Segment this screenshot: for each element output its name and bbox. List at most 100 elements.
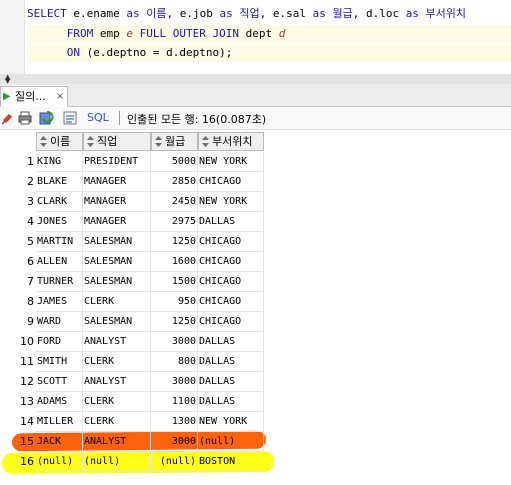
cell-sal[interactable]: 1300 — [151, 412, 198, 432]
sort-icon[interactable] — [154, 135, 163, 148]
cell-job[interactable]: ANALYST — [83, 432, 151, 452]
cell-job[interactable]: MANAGER — [83, 172, 151, 192]
cell-sal[interactable]: 2975 — [151, 212, 198, 232]
cell-ename[interactable]: BLAKE — [36, 172, 83, 192]
collapse-arrows-icon[interactable]: ▲ ▼ — [5, 74, 10, 85]
cell-job[interactable]: (null) — [83, 452, 151, 472]
join-condition: (e.deptno = d.deptno); — [80, 46, 233, 59]
cell-job[interactable]: PRESIDENT — [83, 152, 151, 172]
row-number: 11 — [20, 355, 34, 368]
cell-ename[interactable]: FORD — [36, 332, 83, 352]
cell-ename[interactable]: JONES — [36, 212, 83, 232]
cell-sal[interactable]: 800 — [151, 352, 198, 372]
table-row[interactable]: 7 TURNER SALESMAN 1500 CHICAGO — [0, 272, 264, 292]
table-row[interactable]: 15 JACK ANALYST 3000 (null) — [0, 432, 264, 452]
sql-button[interactable]: SQL — [87, 111, 109, 124]
column-header-loc[interactable]: 부서위치 — [198, 132, 264, 151]
cell-sal[interactable]: (null) — [151, 452, 198, 472]
cell-sal[interactable]: 5000 — [151, 152, 198, 172]
cell-job[interactable]: SALESMAN — [83, 272, 151, 292]
cell-job[interactable]: SALESMAN — [83, 252, 151, 272]
cell-ename[interactable]: TURNER — [36, 272, 83, 292]
cell-loc[interactable]: NEW YORK — [198, 192, 264, 212]
cell-loc[interactable]: BOSTON — [198, 452, 264, 472]
cell-sal[interactable]: 1250 — [151, 232, 198, 252]
cell-sal[interactable]: 950 — [151, 292, 198, 312]
table-row[interactable]: 6 ALLEN SALESMAN 1600 CHICAGO — [0, 252, 264, 272]
cell-loc[interactable]: (null) — [198, 432, 264, 452]
table-row[interactable]: 9 WARD SALESMAN 1250 CHICAGO — [0, 312, 264, 332]
cell-loc[interactable]: CHICAGO — [198, 312, 264, 332]
cell-ename[interactable]: SCOTT — [36, 372, 83, 392]
table-row[interactable]: 11 SMITH CLERK 800 DALLAS — [0, 352, 264, 372]
cell-job[interactable]: ANALYST — [83, 372, 151, 392]
cell-ename[interactable]: MARTIN — [36, 232, 83, 252]
cell-sal[interactable]: 1500 — [151, 272, 198, 292]
table-row[interactable]: 4 JONES MANAGER 2975 DALLAS — [0, 212, 264, 232]
table-row[interactable]: 3 CLARK MANAGER 2450 NEW YORK — [0, 192, 264, 212]
cell-ename[interactable]: WARD — [36, 312, 83, 332]
cell-ename[interactable]: SMITH — [36, 352, 83, 372]
cell-job[interactable]: MANAGER — [83, 212, 151, 232]
cell-loc[interactable]: DALLAS — [198, 372, 264, 392]
cell-job[interactable]: CLERK — [83, 352, 151, 372]
cell-sal[interactable]: 3000 — [151, 432, 198, 452]
table-row[interactable]: 1 KING PRESIDENT 5000 NEW YORK — [0, 152, 264, 172]
cell-ename[interactable]: ALLEN — [36, 252, 83, 272]
cell-loc[interactable]: CHICAGO — [198, 252, 264, 272]
cell-ename[interactable]: ADAMS — [36, 392, 83, 412]
cell-sal[interactable]: 1600 — [151, 252, 198, 272]
cell-loc[interactable]: DALLAS — [198, 212, 264, 232]
cell-job[interactable]: ANALYST — [83, 332, 151, 352]
panel-splitter[interactable]: ▲ ▼ — [0, 74, 511, 85]
refresh-icon[interactable] — [39, 110, 55, 126]
tab-query-result[interactable]: ▶ 질의... × — [0, 86, 68, 107]
cell-job[interactable]: CLERK — [83, 292, 151, 312]
column-header-job[interactable]: 직업 — [83, 132, 151, 151]
cell-sal[interactable]: 1100 — [151, 392, 198, 412]
cell-loc[interactable]: CHICAGO — [198, 232, 264, 252]
column-header-ename[interactable]: 이름 — [36, 132, 83, 151]
cell-job[interactable]: MANAGER — [83, 192, 151, 212]
table-row[interactable]: 16 (null) (null) (null) BOSTON — [0, 452, 264, 472]
cell-ename[interactable]: JACK — [36, 432, 83, 452]
sql-editor[interactable]: SELECT e.ename as 이름, e.job as 직업, e.sal… — [0, 0, 511, 75]
cell-ename[interactable]: MILLER — [36, 412, 83, 432]
cell-loc[interactable]: DALLAS — [198, 352, 264, 372]
cell-sal[interactable]: 2450 — [151, 192, 198, 212]
table-row[interactable]: 5 MARTIN SALESMAN 1250 CHICAGO — [0, 232, 264, 252]
cell-loc[interactable]: CHICAGO — [198, 292, 264, 312]
cell-job[interactable]: SALESMAN — [83, 312, 151, 332]
table-row[interactable]: 8 JAMES CLERK 950 CHICAGO — [0, 292, 264, 312]
column-header-sal[interactable]: 월급 — [151, 132, 198, 151]
cell-ename[interactable]: CLARK — [36, 192, 83, 212]
table-row[interactable]: 13 ADAMS CLERK 1100 DALLAS — [0, 392, 264, 412]
sql-icon[interactable] — [62, 110, 78, 126]
cell-loc[interactable]: DALLAS — [198, 332, 264, 352]
print-icon[interactable] — [17, 110, 33, 126]
cell-sal[interactable]: 3000 — [151, 372, 198, 392]
sort-icon[interactable] — [86, 135, 95, 148]
cell-loc[interactable]: CHICAGO — [198, 172, 264, 192]
cell-sal[interactable]: 3000 — [151, 332, 198, 352]
cell-sal[interactable]: 1250 — [151, 312, 198, 332]
cell-job[interactable]: CLERK — [83, 392, 151, 412]
table-row[interactable]: 12 SCOTT ANALYST 3000 DALLAS — [0, 372, 264, 392]
close-tab-icon[interactable]: × — [56, 87, 64, 107]
cell-job[interactable]: CLERK — [83, 412, 151, 432]
cell-loc[interactable]: CHICAGO — [198, 272, 264, 292]
sort-icon[interactable] — [39, 135, 48, 148]
cell-loc[interactable]: DALLAS — [198, 392, 264, 412]
pin-icon[interactable] — [0, 110, 16, 126]
table-row[interactable]: 14 MILLER CLERK 1300 NEW YORK — [0, 412, 264, 432]
table-row[interactable]: 2 BLAKE MANAGER 2850 CHICAGO — [0, 172, 264, 192]
sort-icon[interactable] — [201, 135, 210, 148]
cell-ename[interactable]: JAMES — [36, 292, 83, 312]
cell-ename[interactable]: KING — [36, 152, 83, 172]
cell-loc[interactable]: NEW YORK — [198, 412, 264, 432]
table-row[interactable]: 10 FORD ANALYST 3000 DALLAS — [0, 332, 264, 352]
cell-job[interactable]: SALESMAN — [83, 232, 151, 252]
cell-loc[interactable]: NEW YORK — [198, 152, 264, 172]
cell-ename[interactable]: (null) — [36, 452, 83, 472]
cell-sal[interactable]: 2850 — [151, 172, 198, 192]
